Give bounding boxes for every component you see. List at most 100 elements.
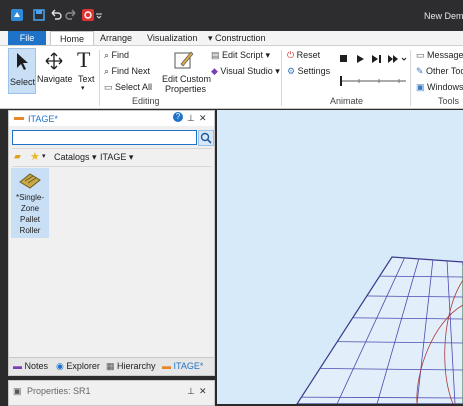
step-icon[interactable] bbox=[372, 55, 381, 63]
select-label: Select bbox=[10, 77, 36, 87]
edit-custom-line2[interactable]: Properties bbox=[165, 84, 206, 94]
redo-icon[interactable] bbox=[64, 8, 78, 22]
explorer-icon: ◉ bbox=[56, 361, 67, 371]
search-button[interactable] bbox=[198, 130, 214, 146]
tab-notes[interactable]: ▬ Notes bbox=[13, 361, 48, 371]
dropdown-arrow-icon: ▾ bbox=[208, 33, 216, 43]
app-icon[interactable] bbox=[10, 8, 24, 22]
tab-home[interactable]: Home bbox=[50, 31, 94, 46]
settings-button[interactable]: ⚙ Settings bbox=[287, 66, 330, 77]
text-dropdown-icon[interactable]: ▾ bbox=[81, 84, 85, 92]
find-next-button[interactable]: ⌕ Find Next bbox=[104, 66, 150, 77]
message-log-button[interactable]: ▭ Message L bbox=[416, 50, 463, 61]
library-panel: ITAGE* ? ⊥ ✕ ▰ ★ ▾ Catalogs ▾ ITAGE ▾ *S… bbox=[8, 110, 215, 376]
text-button[interactable]: Text bbox=[78, 74, 95, 84]
group-editing-label: Editing bbox=[132, 96, 160, 106]
close-icon[interactable]: ✕ bbox=[199, 113, 207, 124]
panel-header: ITAGE* ? ⊥ ✕ bbox=[9, 111, 214, 126]
dropdown-arrow-icon: ▾ bbox=[128, 152, 134, 162]
ribbon-separator bbox=[281, 50, 282, 106]
tab-hierarchy[interactable]: ▦ Hierarchy bbox=[106, 361, 156, 372]
tab-visualization[interactable]: Visualization bbox=[147, 31, 197, 45]
windows-button[interactable]: ▣ Windows bbox=[416, 82, 463, 93]
text-tool-icon: T bbox=[77, 47, 91, 72]
close-icon[interactable]: ✕ bbox=[199, 386, 207, 397]
select-all-button[interactable]: ▭ Select All bbox=[104, 82, 152, 93]
other-tools-button[interactable]: ✎ Other Too bbox=[416, 66, 463, 77]
binoculars-icon: ⌕ bbox=[104, 50, 112, 60]
library-icon: ▬ bbox=[162, 361, 174, 371]
visual-studio-icon: ◆ bbox=[211, 66, 221, 76]
ribbon-separator bbox=[410, 50, 411, 106]
group-tools-label: Tools bbox=[438, 96, 460, 106]
help-icon[interactable]: ? bbox=[173, 112, 183, 122]
dropdown-arrow-icon: ▾ bbox=[92, 152, 97, 162]
notes-icon: ▬ bbox=[13, 361, 25, 371]
breadcrumb-itage[interactable]: ITAGE ▾ bbox=[100, 152, 133, 163]
speed-slider[interactable] bbox=[339, 76, 407, 86]
catalog-item[interactable]: *Single- Zone Pallet Roller bbox=[11, 168, 49, 238]
fast-forward-icon[interactable] bbox=[388, 55, 398, 63]
select-button[interactable]: Select bbox=[8, 48, 36, 94]
tab-construction[interactable]: ▾ Construction bbox=[208, 31, 266, 45]
record-icon[interactable] bbox=[81, 8, 95, 22]
ribbon: Select Navigate T Text ▾ ⌕ Find ⌕ Find N… bbox=[0, 45, 463, 109]
settings-icon: ⚙ bbox=[287, 66, 298, 76]
stop-icon[interactable] bbox=[340, 55, 347, 62]
dropdown-arrow-icon[interactable]: ▾ bbox=[42, 152, 46, 160]
tab-arrange[interactable]: Arrange bbox=[100, 31, 132, 45]
edit-custom-line1[interactable]: Edit Custom bbox=[162, 74, 211, 84]
library-icon bbox=[14, 117, 24, 120]
pin-icon[interactable]: ⊥ bbox=[187, 113, 195, 124]
ribbon-tabs: File Home Arrange Visualization ▾ Constr… bbox=[0, 31, 463, 46]
move-arrows-icon bbox=[45, 52, 63, 70]
undo-icon[interactable] bbox=[49, 8, 63, 22]
folder-icon[interactable]: ▰ bbox=[14, 151, 21, 162]
catalog-item-label: *Single- Zone Pallet Roller bbox=[15, 193, 44, 235]
group-animate-label: Animate bbox=[330, 96, 364, 106]
properties-icon: ▣ bbox=[13, 386, 22, 396]
reset-icon: ⏻ bbox=[287, 50, 297, 60]
floor-grid bbox=[296, 256, 463, 404]
title-bar: New Demo bbox=[0, 0, 463, 31]
pointer-icon bbox=[17, 53, 28, 70]
panel-title: ITAGE* bbox=[28, 114, 58, 124]
tab-itage[interactable]: ▬ ITAGE* bbox=[162, 361, 203, 371]
save-icon[interactable] bbox=[32, 8, 46, 22]
ribbon-separator bbox=[99, 50, 100, 106]
tab-explorer[interactable]: ◉ Explorer bbox=[56, 361, 100, 372]
properties-panel: ▣ Properties: SR1 ⊥ ✕ bbox=[8, 380, 215, 406]
playback-controls bbox=[340, 55, 407, 63]
tools-icon: ✎ bbox=[416, 66, 427, 76]
catalog-toolbar: ▰ ★ ▾ Catalogs ▾ ITAGE ▾ bbox=[12, 148, 212, 167]
search-icon bbox=[200, 132, 212, 144]
panel-tabs: ▬ Notes ◉ Explorer ▦ Hierarchy ▬ ITAGE* bbox=[9, 357, 214, 375]
reset-button[interactable]: ⏻ Reset bbox=[287, 50, 320, 61]
roller-conveyor-icon bbox=[19, 173, 41, 189]
edit-properties-icon bbox=[174, 51, 194, 69]
play-icon[interactable] bbox=[357, 55, 364, 63]
pin-icon[interactable]: ⊥ bbox=[187, 386, 195, 397]
slider-thumb[interactable] bbox=[340, 76, 342, 86]
navigate-button[interactable]: Navigate bbox=[37, 74, 73, 84]
tab-file[interactable]: File bbox=[8, 31, 46, 45]
script-icon: ▤ bbox=[211, 50, 223, 60]
properties-title: Properties: SR1 bbox=[27, 386, 91, 396]
dropdown-arrow-icon: ▾ bbox=[272, 66, 280, 76]
dropdown-arrow-icon[interactable] bbox=[401, 57, 407, 61]
windows-icon: ▣ bbox=[416, 82, 428, 92]
find-button[interactable]: ⌕ Find bbox=[104, 50, 129, 61]
customize-icon[interactable] bbox=[95, 8, 103, 22]
select-all-icon: ▭ bbox=[104, 82, 116, 92]
binoculars-icon: ⌕ bbox=[104, 66, 112, 76]
favorites-star-icon[interactable]: ★ bbox=[30, 150, 40, 163]
hierarchy-icon: ▦ bbox=[106, 361, 118, 371]
dropdown-arrow-icon: ▾ bbox=[263, 50, 271, 60]
search-input[interactable] bbox=[12, 130, 197, 145]
3d-viewport[interactable] bbox=[217, 110, 463, 404]
window-title: New Demo bbox=[424, 11, 463, 21]
message-icon: ▭ bbox=[416, 50, 428, 60]
edit-script-button[interactable]: ▤ Edit Script ▾ bbox=[211, 50, 270, 61]
breadcrumb-catalogs[interactable]: Catalogs ▾ bbox=[54, 152, 97, 163]
visual-studio-button[interactable]: ◆ Visual Studio ▾ bbox=[211, 66, 280, 77]
